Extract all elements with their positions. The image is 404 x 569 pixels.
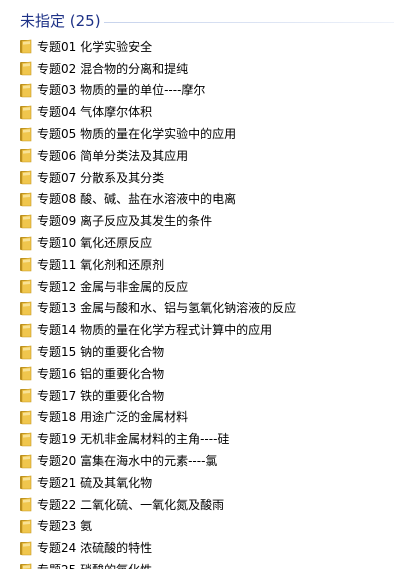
folder-item[interactable]: 专题19 无机非金属材料的主角----硅 (0, 428, 404, 450)
folder-item[interactable]: 专题17 铁的重要化合物 (0, 385, 404, 407)
folder-item[interactable]: 专题12 金属与非金属的反应 (0, 276, 404, 298)
folder-item-label: 专题24 浓硫酸的特性 (37, 541, 153, 556)
folder-item-label: 专题22 二氧化硫、一氧化氮及酸雨 (37, 497, 225, 512)
folder-icon (19, 192, 32, 207)
folder-item[interactable]: 专题25 硝酸的氧化性 (0, 559, 404, 569)
folder-item[interactable]: 专题14 物质的量在化学方程式计算中的应用 (0, 319, 404, 341)
folder-item-label: 专题01 化学实验安全 (37, 39, 153, 54)
folder-item[interactable]: 专题13 金属与酸和水、铝与氢氧化钠溶液的反应 (0, 298, 404, 320)
folder-item[interactable]: 专题22 二氧化硫、一氧化氮及酸雨 (0, 494, 404, 516)
folder-item[interactable]: 专题21 硫及其氧化物 (0, 472, 404, 494)
folder-item[interactable]: 专题11 氧化剂和还原剂 (0, 254, 404, 276)
folder-item[interactable]: 专题05 物质的量在化学实验中的应用 (0, 123, 404, 145)
folder-icon (19, 83, 32, 98)
folder-item-label: 专题16 铝的重要化合物 (37, 366, 165, 381)
group-header[interactable]: 未指定 (25) (0, 0, 404, 34)
folder-item-label: 专题12 金属与非金属的反应 (37, 279, 189, 294)
group-divider (104, 22, 394, 23)
folder-icon (19, 432, 32, 447)
folder-item-label: 专题02 混合物的分离和提纯 (37, 61, 189, 76)
folder-item[interactable]: 专题06 简单分类法及其应用 (0, 145, 404, 167)
folder-icon (19, 454, 32, 469)
folder-icon (19, 301, 32, 316)
folder-icon (19, 214, 32, 229)
folder-item[interactable]: 专题04 气体摩尔体积 (0, 101, 404, 123)
folder-item-label: 专题03 物质的量的单位----摩尔 (37, 83, 206, 98)
folder-item-label: 专题08 酸、碱、盐在水溶液中的电离 (37, 192, 237, 207)
folder-item-label: 专题15 钠的重要化合物 (37, 345, 165, 360)
folder-item[interactable]: 专题02 混合物的分离和提纯 (0, 58, 404, 80)
folder-icon (19, 257, 32, 272)
folder-icon (19, 475, 32, 490)
folder-icon (19, 279, 32, 294)
folder-item-label: 专题23 氨 (37, 519, 93, 534)
folder-item[interactable]: 专题15 钠的重要化合物 (0, 341, 404, 363)
folder-item-label: 专题07 分散系及其分类 (37, 170, 165, 185)
folder-item[interactable]: 专题23 氨 (0, 516, 404, 538)
folder-item[interactable]: 专题18 用途广泛的金属材料 (0, 407, 404, 429)
folder-icon (19, 541, 32, 556)
folder-item[interactable]: 专题09 离子反应及其发生的条件 (0, 210, 404, 232)
folder-icon (19, 170, 32, 185)
folder-item-label: 专题21 硫及其氧化物 (37, 475, 153, 490)
folder-icon (19, 519, 32, 534)
folder-item-label: 专题13 金属与酸和水、铝与氢氧化钠溶液的反应 (37, 301, 297, 316)
folder-item-label: 专题17 铁的重要化合物 (37, 388, 165, 403)
folder-icon (19, 39, 32, 54)
folder-icon (19, 497, 32, 512)
folder-item[interactable]: 专题16 铝的重要化合物 (0, 363, 404, 385)
folder-icon (19, 388, 32, 403)
folder-item[interactable]: 专题07 分散系及其分类 (0, 167, 404, 189)
folder-item[interactable]: 专题10 氧化还原反应 (0, 232, 404, 254)
folder-icon (19, 323, 32, 338)
folder-item-label: 专题09 离子反应及其发生的条件 (37, 214, 213, 229)
folder-item-label: 专题06 简单分类法及其应用 (37, 148, 189, 163)
folder-item[interactable]: 专题03 物质的量的单位----摩尔 (0, 80, 404, 102)
folder-item-label: 专题19 无机非金属材料的主角----硅 (37, 432, 230, 447)
group-title: 未指定 (25) (20, 12, 101, 30)
folder-item-label: 专题18 用途广泛的金属材料 (37, 410, 189, 425)
folder-item-label: 专题14 物质的量在化学方程式计算中的应用 (37, 323, 273, 338)
folder-icon (19, 366, 32, 381)
folder-icon (19, 127, 32, 142)
file-list-pane: 未指定 (25) 专题01 化学实验安全专题02 混合物的分离和提纯专题03 物… (0, 0, 404, 569)
folder-icon (19, 345, 32, 360)
folder-item-label: 专题04 气体摩尔体积 (37, 105, 153, 120)
folder-list: 专题01 化学实验安全专题02 混合物的分离和提纯专题03 物质的量的单位---… (0, 36, 404, 569)
folder-icon (19, 236, 32, 251)
folder-item-label: 专题25 硝酸的氧化性 (37, 563, 152, 569)
folder-icon (19, 61, 32, 76)
folder-item-label: 专题05 物质的量在化学实验中的应用 (37, 127, 237, 142)
folder-icon (19, 105, 32, 120)
folder-item-label: 专题11 氧化剂和还原剂 (37, 257, 165, 272)
folder-item-label: 专题20 富集在海水中的元素----氯 (37, 454, 218, 469)
folder-item[interactable]: 专题20 富集在海水中的元素----氯 (0, 450, 404, 472)
folder-item[interactable]: 专题01 化学实验安全 (0, 36, 404, 58)
folder-item[interactable]: 专题08 酸、碱、盐在水溶液中的电离 (0, 189, 404, 211)
folder-icon (19, 148, 32, 163)
folder-icon (19, 563, 32, 569)
folder-item[interactable]: 专题24 浓硫酸的特性 (0, 537, 404, 559)
folder-item-label: 专题10 氧化还原反应 (37, 236, 153, 251)
folder-icon (19, 410, 32, 425)
